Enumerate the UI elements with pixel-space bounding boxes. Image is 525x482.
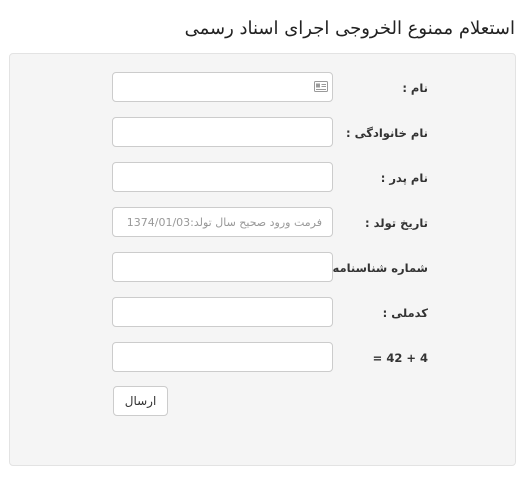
national-code-label: کدملی : [382,306,428,320]
id-card-icon [314,81,328,92]
captcha-label: 4 + 42 = [372,351,428,365]
father-name-input[interactable] [112,162,333,192]
first-name-input[interactable] [112,72,333,102]
birth-date-row: تاریخ تولد : [10,207,515,239]
last-name-row: نام خانوادگی : [10,117,515,149]
submit-button[interactable]: ارسال [113,386,168,416]
last-name-label: نام خانوادگی : [346,126,428,140]
page-title: استعلام ممنوع الخروجی اجرای اسناد رسمی [184,18,515,39]
national-code-row: کدملی : [10,297,515,329]
birth-certificate-row: شماره شناسنامه [10,252,515,284]
father-name-row: نام پدر : [10,162,515,194]
captcha-input[interactable] [112,342,333,372]
captcha-row: 4 + 42 = [10,342,515,374]
first-name-label: نام : [402,81,428,95]
inquiry-form-panel: نام : نام خانوادگی : نام پدر : تاریخ تول… [9,53,516,466]
birth-certificate-label: شماره شناسنامه [332,261,429,275]
national-code-input[interactable] [112,297,333,327]
father-name-label: نام پدر : [380,171,428,185]
last-name-input[interactable] [112,117,333,147]
birth-date-label: تاریخ تولد : [365,216,428,230]
birth-date-input[interactable] [112,207,333,237]
birth-certificate-input[interactable] [112,252,333,282]
first-name-row: نام : [10,72,515,104]
